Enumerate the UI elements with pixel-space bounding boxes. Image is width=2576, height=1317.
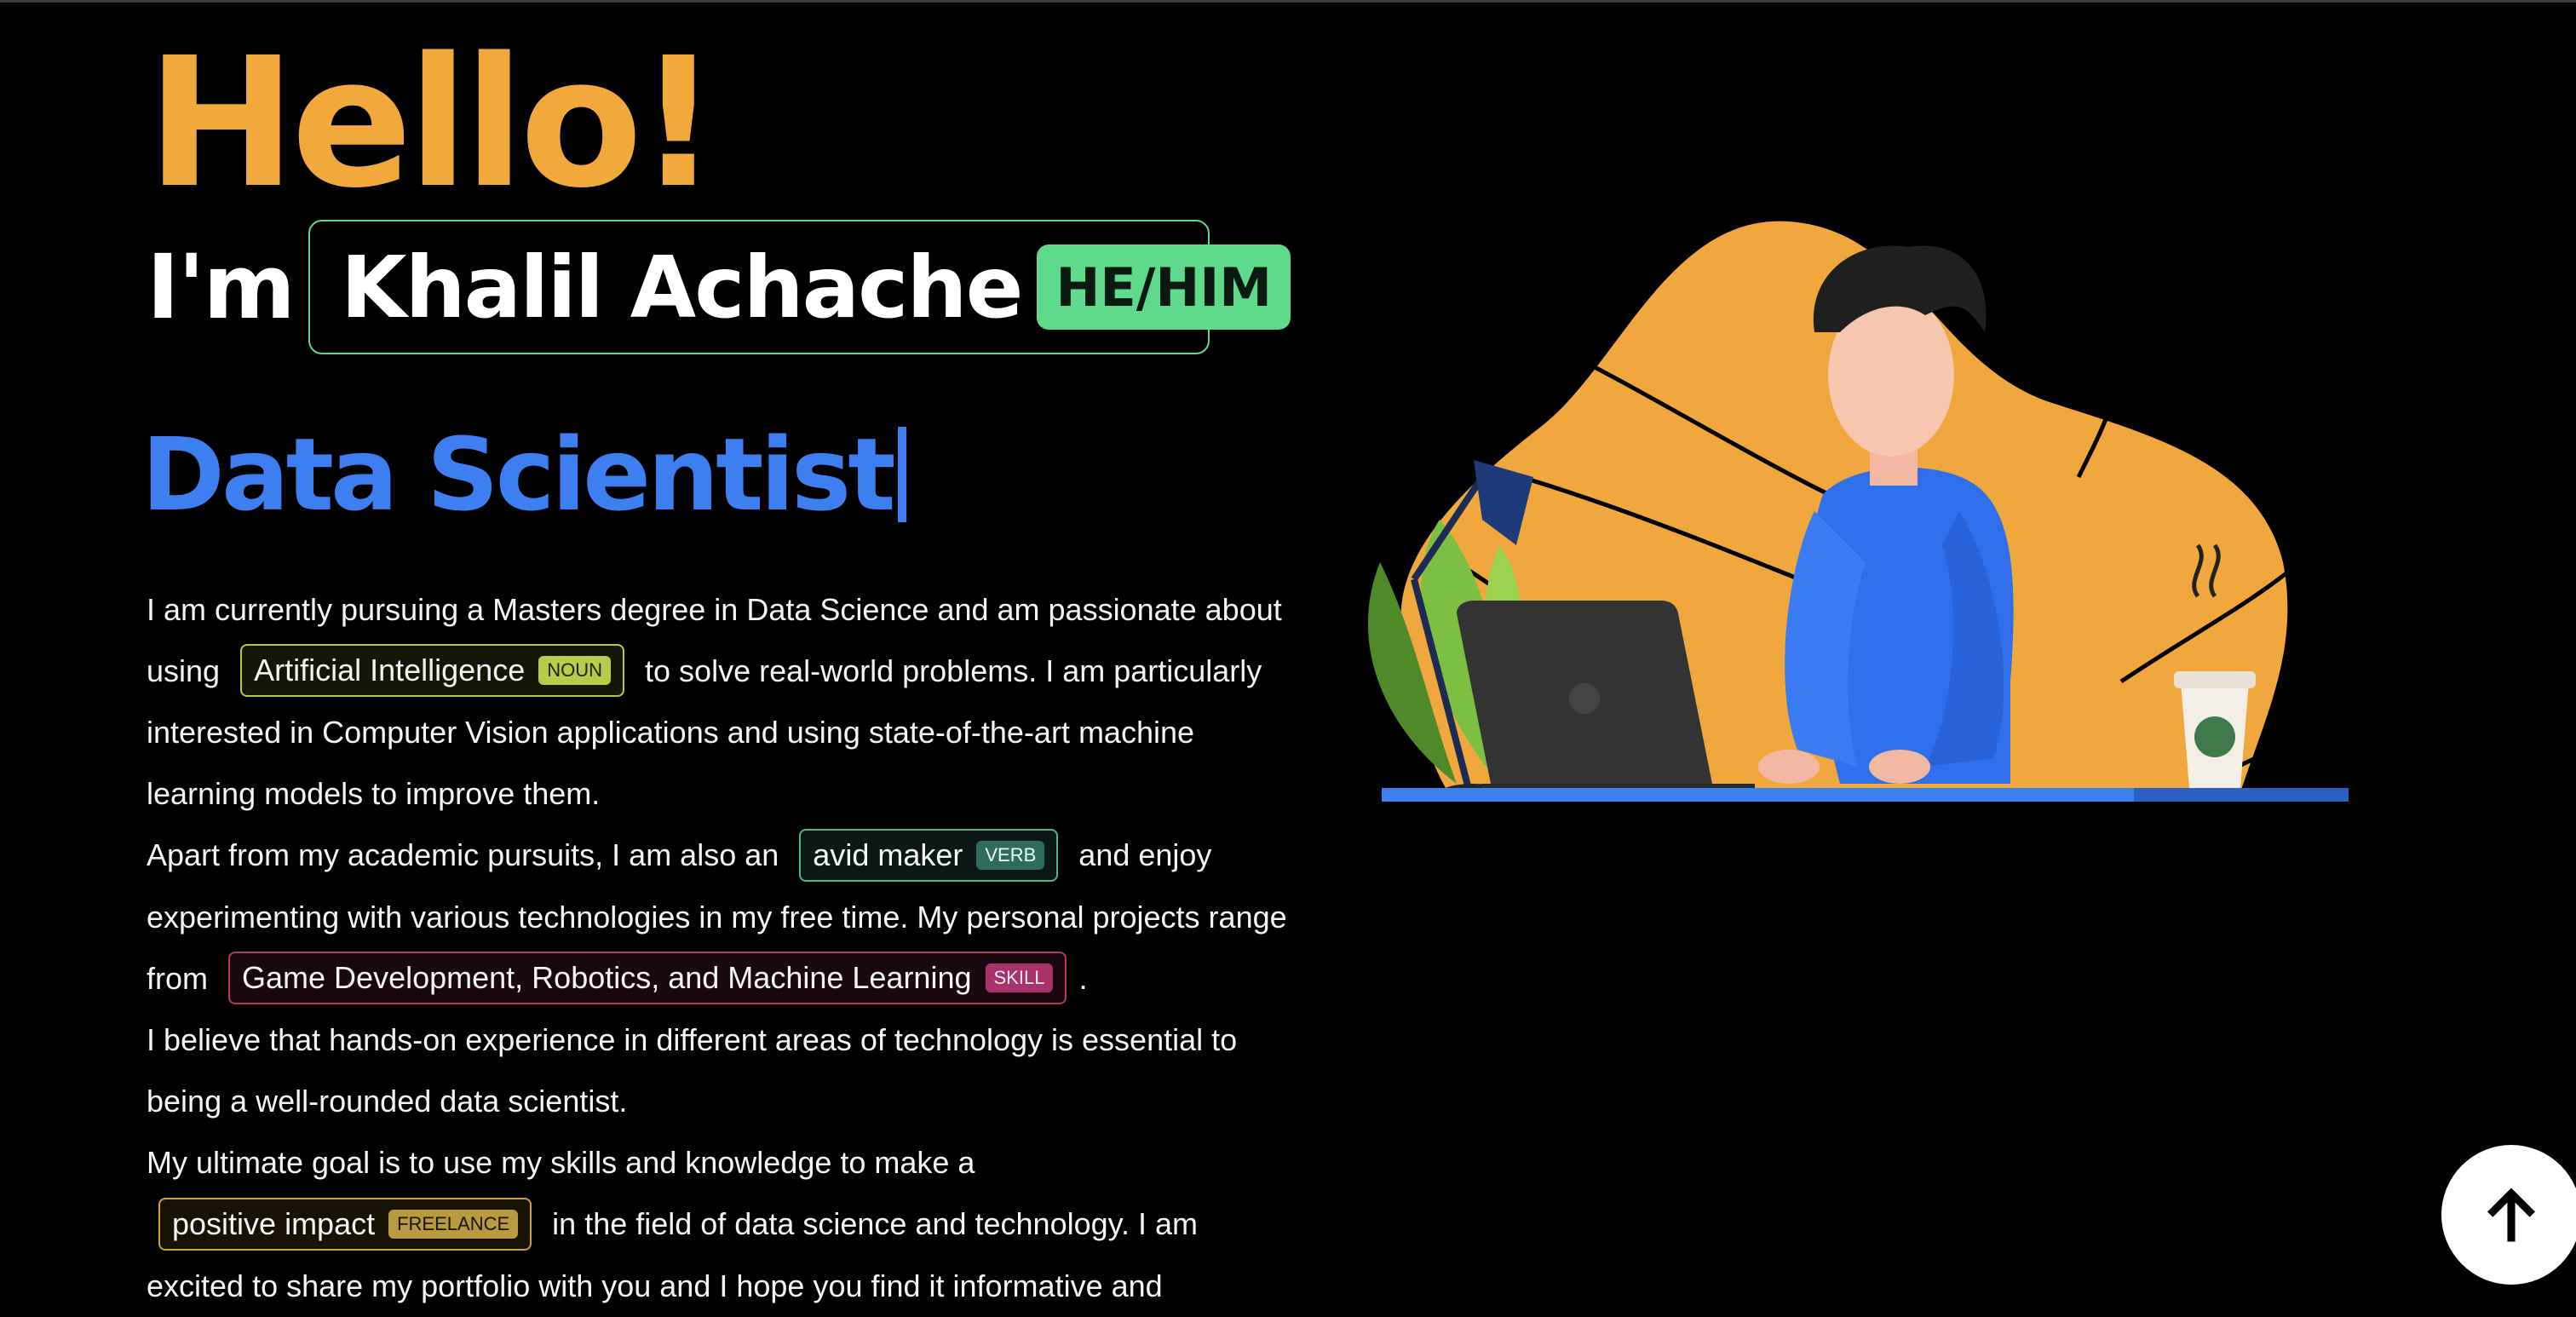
greeting-heading: Hello! (147, 19, 719, 227)
bio-paragraph: Apart from my academic pursuits, I am al… (147, 825, 1288, 1009)
tag-skills: Game Development, Robotics, and Machine … (228, 952, 1067, 1005)
bio-text-segment: . (1078, 960, 1088, 996)
tag-avid-maker: avid maker VERB (799, 828, 1059, 882)
intro-text: I'm (147, 235, 296, 339)
tag-label: NOUN (538, 656, 612, 686)
bio-text-segment: Apart from my academic pursuits, I am al… (147, 837, 779, 873)
person-hand (1758, 750, 1820, 784)
scroll-to-top-button[interactable] (2441, 1145, 2576, 1285)
hero-section: Hello! I'm Khalil Achache HE/HIM Data Sc… (141, 19, 1291, 1303)
typing-cursor (897, 427, 906, 522)
tag-label: VERB (976, 840, 1045, 870)
laptop-logo (1569, 683, 1600, 714)
person-name: Khalil Achache (341, 237, 1023, 337)
arrow-up-icon (2487, 1188, 2535, 1242)
bio-paragraph: I believe that hands-on experience in di… (147, 1022, 1238, 1119)
tag-text: avid maker (813, 837, 963, 872)
name-badge: Khalil Achache HE/HIM (308, 220, 1291, 354)
tag-positive-impact: positive impact FREELANCE (158, 1197, 532, 1251)
coffee-lid (2174, 671, 2256, 688)
tag-text: positive impact (172, 1205, 376, 1241)
desk-edge (2134, 788, 2349, 802)
bio-text: I am currently pursuing a Masters degree… (147, 579, 1288, 1317)
tag-text: Artificial Intelligence (254, 653, 526, 688)
pronouns-badge: HE/HIM (1037, 244, 1291, 330)
tag-label: FREELANCE (388, 1209, 519, 1239)
tag-artificial-intelligence: Artificial Intelligence NOUN (240, 644, 625, 698)
person-at-laptop-illustration (1367, 221, 2349, 802)
coffee-logo (2194, 716, 2235, 757)
role-title: Data Scientist (141, 416, 896, 533)
bio-paragraph: I am currently pursuing a Masters degree… (147, 579, 1288, 825)
tag-label: SKILL (985, 963, 1054, 993)
bio-text-segment: My ultimate goal is to use my skills and… (147, 1145, 975, 1181)
bio-paragraph: My ultimate goal is to use my skills and… (147, 1132, 1288, 1316)
role-row: Data Scientist (141, 416, 906, 533)
tag-text: Game Development, Robotics, and Machine … (242, 960, 972, 996)
person-hand (1869, 750, 1930, 784)
name-row: I'm Khalil Achache HE/HIM (147, 220, 1291, 354)
